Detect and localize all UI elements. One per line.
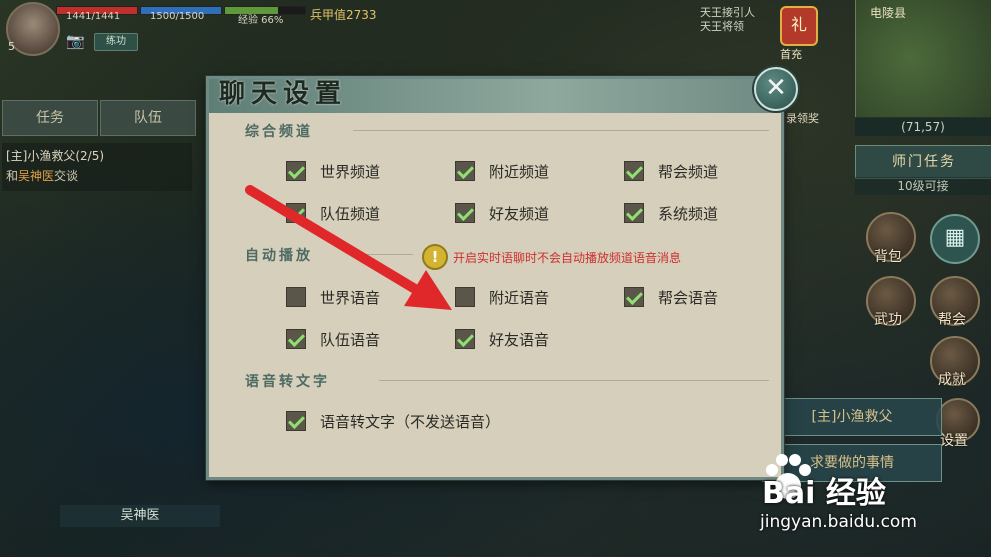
red-arrow [245, 185, 452, 310]
watermark-url: jingyan.baidu.com [760, 512, 917, 532]
watermark-brand: Bai 经验 [762, 476, 886, 511]
